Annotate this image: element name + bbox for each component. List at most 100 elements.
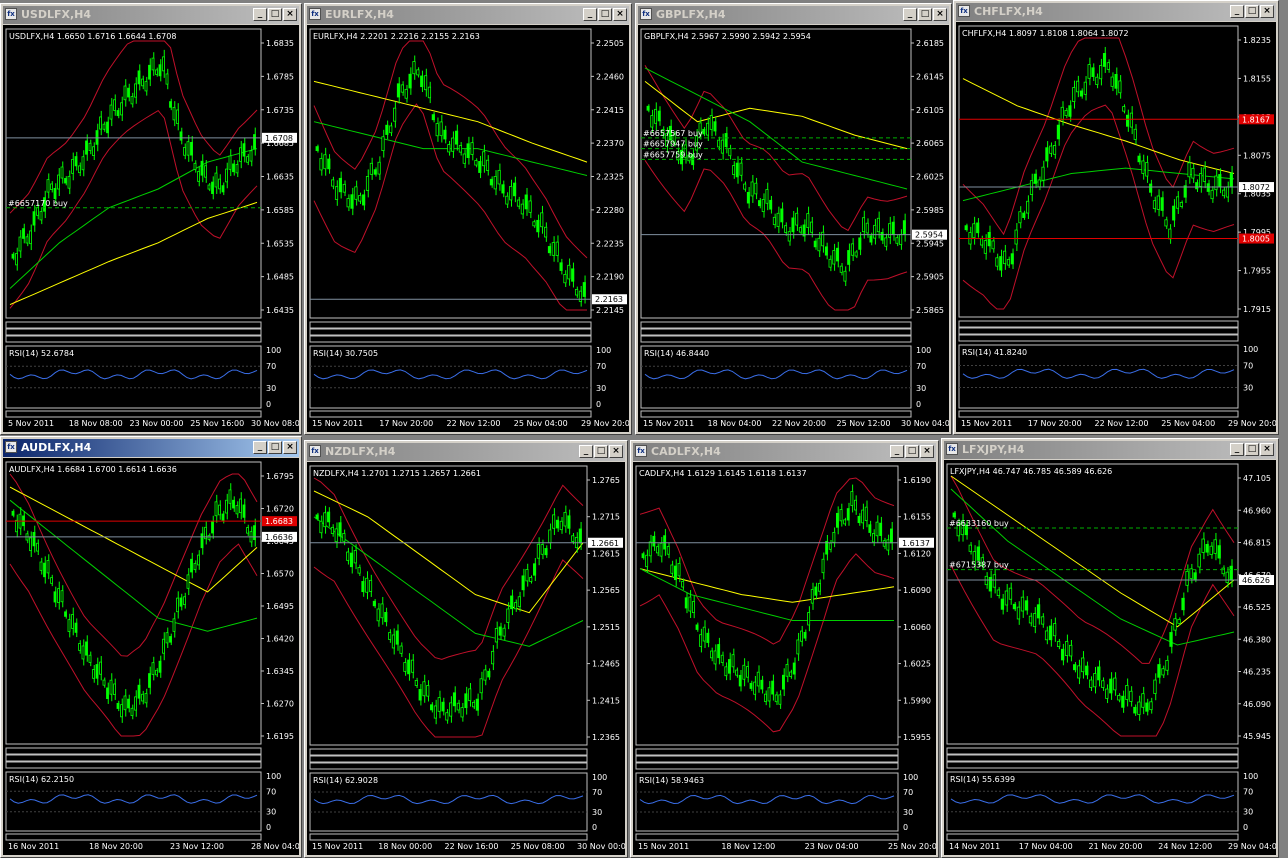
window-title-bar[interactable]: fx NZDLFX,H4 _ □ × [307,443,625,461]
maximize-button[interactable]: □ [1245,5,1259,18]
candle [239,498,242,514]
window-title-bar[interactable]: fx USDLFX,H4 _ □ × [3,6,299,24]
chart-window-eurlfx[interactable]: fx EURLFX,H4 _ □ × EURLFX,H4 2.2201 2.2216 2… [304,3,632,435]
candle [452,692,457,707]
y-tick-label: 1.6435 [266,306,294,315]
y-tick-label: 1.5990 [903,696,931,705]
chart-canvas[interactable]: AUDLFX,H4 1.6684 1.6700 1.6614 1.6636 1.6… [3,458,299,855]
chart-svg[interactable]: EURLFX,H4 2.2201 2.2216 2.2155 2.2163 2.2… [307,25,629,432]
candle [36,542,39,552]
minimize-button[interactable]: _ [903,8,917,21]
window-title-bar[interactable]: fx CHFLFX,H4 _ □ × [956,3,1276,21]
window-title-bar[interactable]: fx AUDLFX,H4 _ □ × [3,439,299,457]
chart-window-audlfx[interactable]: fx AUDLFX,H4 _ □ × AUDLFX,H4 1.6684 1.6700 1… [0,436,302,858]
chart-canvas[interactable]: EURLFX,H4 2.2201 2.2216 2.2155 2.2163 2.2… [307,25,629,432]
window-title-bar[interactable]: fx EURLFX,H4 _ □ × [307,6,629,24]
candle [130,96,134,105]
candle [148,64,151,80]
chart-window-usdlfx[interactable]: fx USDLFX,H4 _ □ × USDLFX,H4 1.6650 1.6716 1… [0,3,302,435]
chart-window-lfxjpy[interactable]: fx LFXJPY,H4 _ □ × LFXJPY,H4 46.747 46.785 4… [941,438,1279,858]
chart-canvas[interactable]: CADLFX,H4 1.6129 1.6145 1.6118 1.6137 1.6… [633,462,936,855]
minimize-button[interactable]: _ [253,8,267,21]
window-title-bar[interactable]: fx CADLFX,H4 _ □ × [633,443,936,461]
y-tick-label: 1.6420 [266,635,294,644]
candle [670,564,674,574]
close-button[interactable]: × [933,8,947,21]
minimize-button[interactable]: _ [1230,443,1244,456]
close-button[interactable]: × [1260,5,1274,18]
candle [547,246,552,254]
candle [18,236,22,252]
candle [868,524,872,533]
candle [713,121,717,132]
maximize-button[interactable]: □ [918,8,932,21]
candle [246,156,249,163]
indicator-strip [5,321,262,329]
window-title-bar[interactable]: fx GBPLFX,H4 _ □ × [638,6,949,24]
chart-svg[interactable]: AUDLFX,H4 1.6684 1.6700 1.6614 1.6636 1.6… [3,458,299,855]
chart-window-cadlfx[interactable]: fx CADLFX,H4 _ □ × CADLFX,H4 1.6129 1.6145 1… [630,440,939,858]
rsi-level-label: 70 [266,362,276,371]
close-button[interactable]: × [613,8,627,21]
candle [1014,229,1018,245]
chart-canvas[interactable]: CHFLFX,H4 1.8097 1.8108 1.8064 1.8072 1.8… [956,22,1276,432]
indicator-strip [5,833,262,841]
y-tick-label: 1.8155 [1243,74,1271,83]
chart-svg[interactable]: LFXJPY,H4 46.747 46.785 46.589 46.626 47.… [944,460,1276,855]
close-button[interactable]: × [1260,443,1274,456]
close-button[interactable]: × [283,8,297,21]
candle [1089,679,1093,688]
indicator-strip [5,747,262,755]
candle [563,511,567,527]
maximize-button[interactable]: □ [598,8,612,21]
candle [510,595,514,610]
chart-canvas[interactable]: GBPLFX,H4 2.5967 2.5990 2.5942 2.5954 2.6… [638,25,949,432]
candle [832,531,836,543]
chart-svg[interactable]: GBPLFX,H4 2.5967 2.5990 2.5942 2.5954 2.6… [638,25,949,432]
minimize-button[interactable]: _ [583,8,597,21]
candle [354,186,358,200]
chart-canvas[interactable]: USDLFX,H4 1.6650 1.6716 1.6644 1.6708 1.6… [3,25,299,432]
chart-window-nzdlfx[interactable]: fx NZDLFX,H4 _ □ × NZDLFX,H4 1.2701 1.2715 1… [304,440,628,858]
minimize-button[interactable]: _ [1230,5,1244,18]
indicator-strip [635,762,899,770]
maximize-button[interactable]: □ [594,445,608,458]
chart-svg[interactable]: CADLFX,H4 1.6129 1.6145 1.6118 1.6137 1.6… [633,462,936,855]
candle [445,712,449,721]
chart-svg[interactable]: NZDLFX,H4 1.2701 1.2715 1.2657 1.2661 1.2… [307,462,625,855]
bollinger-band-up [962,37,1235,236]
rsi-level-label: 70 [916,362,926,371]
x-tick-label: 15 Nov 2011 [643,419,694,428]
candle [350,194,354,209]
close-button[interactable]: × [920,445,934,458]
minimize-button[interactable]: _ [579,445,593,458]
chart-canvas[interactable]: LFXJPY,H4 46.747 46.785 46.589 46.626 47.… [944,460,1276,855]
chart-window-gbplfx[interactable]: fx GBPLFX,H4 _ □ × GBPLFX,H4 2.5967 2.5990 2… [635,3,952,435]
candle [706,632,710,643]
minimize-button[interactable]: _ [890,445,904,458]
maximize-button[interactable]: □ [268,8,282,21]
candle [875,521,879,537]
candle [582,282,586,297]
chart-canvas[interactable]: NZDLFX,H4 1.2701 1.2715 1.2657 1.2661 1.2… [307,462,625,855]
indicator-strip [5,761,262,769]
candle [15,253,18,266]
minimize-button[interactable]: _ [253,441,267,454]
rsi-level-label: 30 [1243,808,1253,817]
candle [776,212,780,227]
candle [825,540,829,555]
window-title-bar[interactable]: fx LFXJPY,H4 _ □ × [944,441,1276,459]
candle [1172,205,1176,221]
candle [456,702,460,711]
candle [331,179,335,187]
chart-svg[interactable]: CHFLFX,H4 1.8097 1.8108 1.8064 1.8072 1.8… [956,22,1276,432]
maximize-button[interactable]: □ [1245,443,1259,456]
candle [67,175,71,189]
maximize-button[interactable]: □ [268,441,282,454]
close-button[interactable]: × [283,441,297,454]
indicator-strip [309,410,592,418]
chart-window-chflfx[interactable]: fx CHFLFX,H4 _ □ × CHFLFX,H4 1.8097 1.8108 1… [953,0,1279,435]
maximize-button[interactable]: □ [905,445,919,458]
chart-svg[interactable]: USDLFX,H4 1.6650 1.6716 1.6644 1.6708 1.6… [3,25,299,432]
close-button[interactable]: × [609,445,623,458]
